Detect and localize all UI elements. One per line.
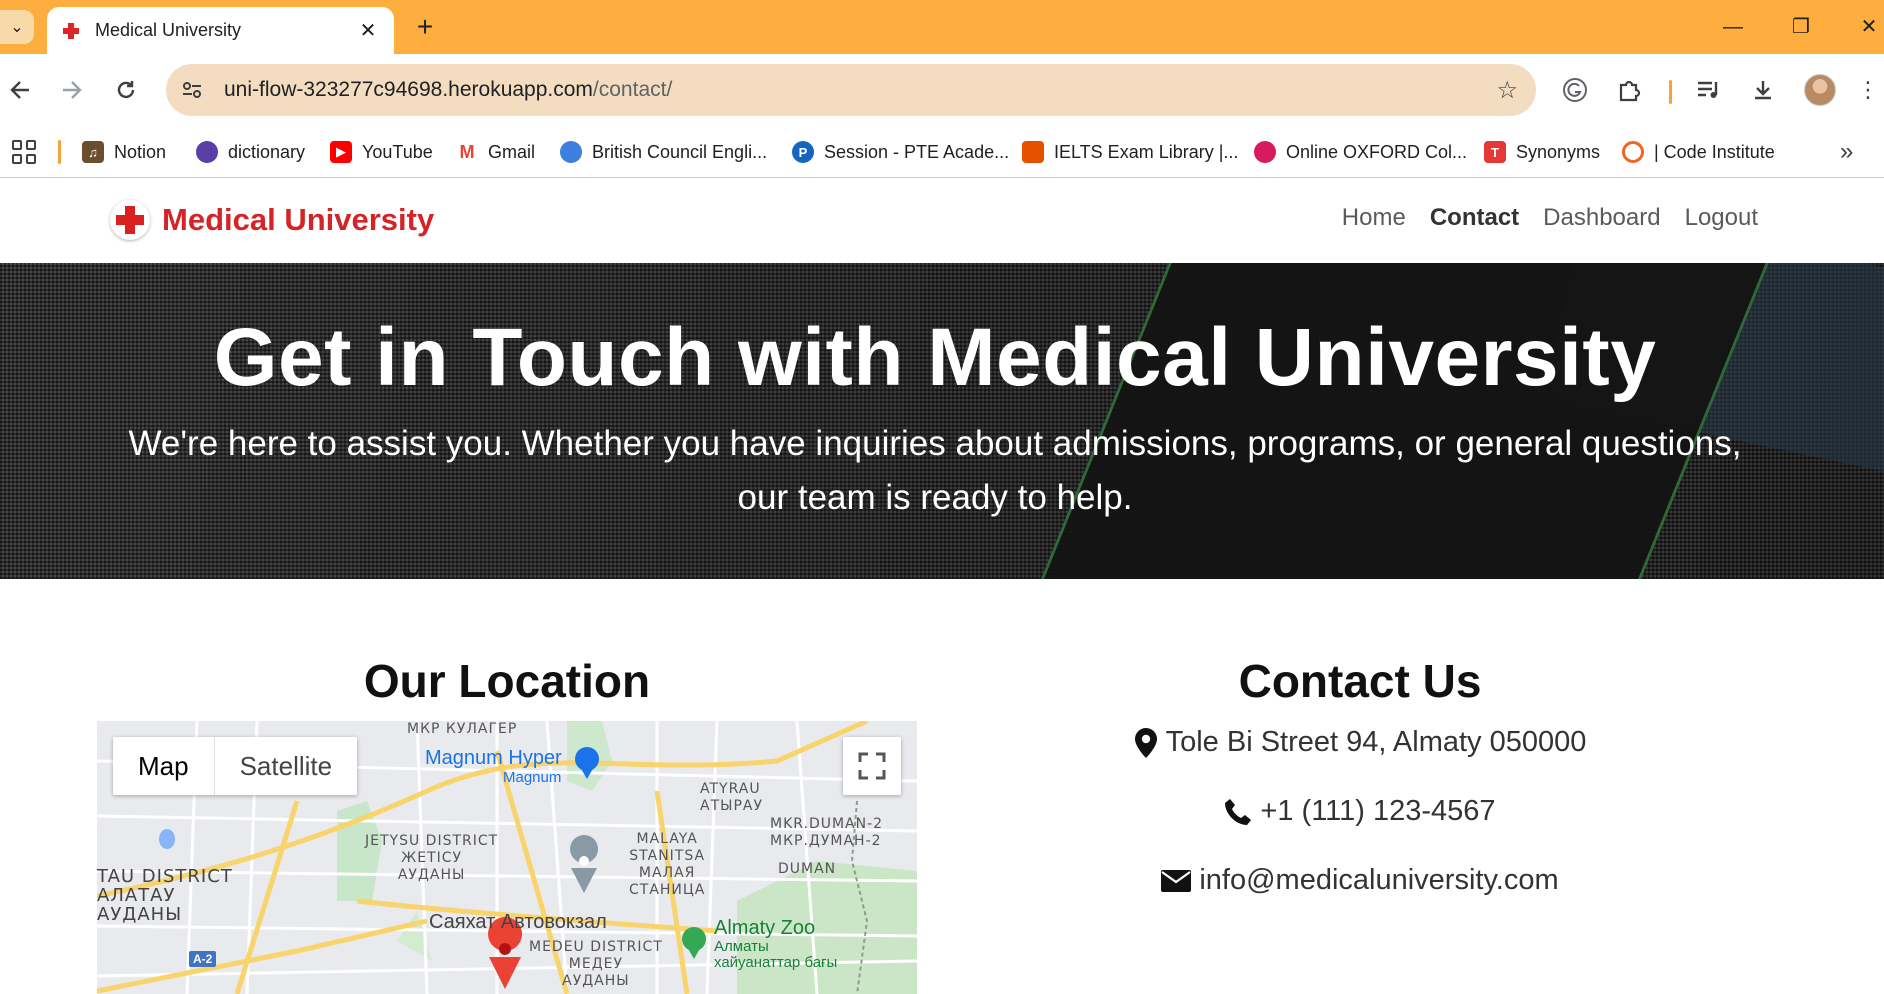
map-label-kulager: МКР КУЛАГЕР xyxy=(407,721,518,737)
map-type-map-button[interactable]: Map xyxy=(113,737,215,795)
synonyms-icon: T xyxy=(1484,141,1506,163)
bookmark-star-icon[interactable]: ☆ xyxy=(1496,76,1518,105)
map-label-atyrau: ATYRAU АТЫРАУ xyxy=(700,781,764,814)
close-icon[interactable]: ✕ xyxy=(356,18,380,43)
ielts-icon xyxy=(1022,141,1044,163)
address-text: Tole Bi Street 94, Almaty 050000 xyxy=(1165,726,1587,758)
apps-grid-icon[interactable] xyxy=(12,140,36,164)
download-icon[interactable] xyxy=(1744,71,1782,109)
red-cross-logo-icon xyxy=(110,200,150,240)
fullscreen-icon xyxy=(858,752,886,780)
map-road-a2: A-2 xyxy=(189,951,217,967)
nav-contact[interactable]: Contact xyxy=(1430,204,1519,232)
forward-button[interactable] xyxy=(54,72,90,108)
arrow-right-icon xyxy=(63,81,82,99)
pte-icon: P xyxy=(792,141,814,163)
site-navbar: Medical University Home Contact Dashboar… xyxy=(0,178,1884,263)
browser-tab-strip: ⌄ Medical University ✕ + — ❐ ✕ xyxy=(0,0,1884,54)
site-brand[interactable]: Medical University xyxy=(110,200,434,240)
back-button[interactable] xyxy=(2,72,38,108)
nav-links: Home Contact Dashboard Logout xyxy=(1342,204,1758,232)
bookmark-ielts[interactable]: IELTS Exam Library |... xyxy=(1022,138,1238,166)
bookmark-synonyms[interactable]: T Synonyms xyxy=(1484,138,1600,166)
nav-home[interactable]: Home xyxy=(1342,204,1406,232)
bookmark-gmail[interactable]: M Gmail xyxy=(456,138,535,166)
window-close-button[interactable]: ✕ xyxy=(1844,10,1884,44)
url-path: /contact/ xyxy=(592,78,673,101)
browser-tab-active[interactable]: Medical University ✕ xyxy=(47,7,394,54)
profile-avatar[interactable] xyxy=(1804,74,1836,106)
tab-title: Medical University xyxy=(95,20,242,40)
map-poi-magnum: Magnum xyxy=(503,769,562,786)
youtube-icon: ▶ xyxy=(330,141,352,163)
bookmark-oxford[interactable]: Online OXFORD Col... xyxy=(1254,138,1467,166)
map-label-malaya-stanitsa: MALAYA STANITSA МАЛАЯ СТАНИЦА xyxy=(629,831,706,898)
notion-icon: ♫ xyxy=(82,141,104,163)
address-bar[interactable]: uni-flow-323277c94698.herokuapp.com/cont… xyxy=(166,64,1536,116)
reload-button[interactable] xyxy=(108,72,144,108)
map-label-medeu: MEDEU DISTRICT МЕДЕУ АУДАНЫ xyxy=(529,939,663,989)
hero-subtitle: We're here to assist you. Whether you ha… xyxy=(128,424,1742,517)
british-council-icon xyxy=(560,141,582,163)
new-tab-button[interactable]: + xyxy=(410,10,440,44)
chevron-down-icon: ⌄ xyxy=(10,19,24,36)
fullscreen-button[interactable] xyxy=(843,737,901,795)
dictionary-icon xyxy=(196,141,218,163)
toolbar-separator xyxy=(1669,80,1672,104)
map-label-duman2: MKR.DUMAN-2 МКР.ДУМАН-2 xyxy=(770,816,884,849)
contact-phone: +1 (111) 123-4567 xyxy=(1060,795,1660,828)
restore-button[interactable]: ❐ xyxy=(1776,10,1826,44)
phone-icon xyxy=(1224,798,1252,826)
hero-title: Get in Touch with Medical University xyxy=(213,312,1657,403)
map-type-toggle: Map Satellite xyxy=(113,737,358,795)
map-label-jetysu: JETYSU DISTRICT ЖЕТІСУ АУДАНЫ xyxy=(365,833,499,883)
grammarly-extension-icon[interactable] xyxy=(1556,71,1594,109)
contact-title: Contact Us xyxy=(1238,655,1482,707)
url-text: uni-flow-323277c94698.herokuapp.com/cont… xyxy=(224,78,672,102)
map-poi-magnum-hyper[interactable]: Magnum Hyper xyxy=(425,747,562,770)
contact-address: Tole Bi Street 94, Almaty 050000 xyxy=(1060,726,1660,759)
envelope-icon xyxy=(1161,869,1192,892)
map-type-satellite-button[interactable]: Satellite xyxy=(215,737,358,795)
oxford-icon xyxy=(1254,141,1276,163)
arrow-left-icon xyxy=(10,81,29,99)
bookmark-british-council[interactable]: British Council Engli... xyxy=(560,138,767,166)
hero-banner: Get in Touch with Medical University We'… xyxy=(0,263,1884,579)
bookmark-pte[interactable]: P Session - PTE Acade... xyxy=(792,138,1009,166)
bookmark-notion[interactable]: ♫ Notion xyxy=(82,138,166,166)
gmail-icon: M xyxy=(456,141,478,163)
browser-menu-icon[interactable]: ⋮ xyxy=(1856,71,1880,109)
reload-icon xyxy=(117,81,135,99)
url-host: uni-flow-323277c94698.herokuapp.com xyxy=(224,78,593,101)
media-controls-icon[interactable] xyxy=(1690,71,1728,109)
bookmark-code-institute[interactable]: | Code Institute xyxy=(1622,138,1775,166)
email-link[interactable]: info@medicaluniversity.com xyxy=(1199,864,1558,897)
bookmarks-bar: ♫ Notion dictionary ▶ YouTube M Gmail Briti… xyxy=(0,126,1884,178)
map-poi-zoo-sub: Алматы хайуанаттар бағы xyxy=(714,938,838,971)
site-settings-icon[interactable] xyxy=(174,72,210,108)
brand-name: Medical University xyxy=(162,202,435,237)
map-poi-almaty-zoo[interactable]: Almaty Zoo xyxy=(714,917,815,940)
contact-email: info@medicaluniversity.com xyxy=(1060,864,1660,897)
more-bookmarks-icon[interactable]: » xyxy=(1840,138,1853,166)
location-title: Our Location xyxy=(363,655,651,707)
nav-logout[interactable]: Logout xyxy=(1685,204,1758,232)
map-poi-sayakhat[interactable]: Саяхат Автовокзал xyxy=(429,911,607,934)
google-map[interactable]: МКР КУЛАГЕР Magnum Hyper Magnum ATYRAU АТ… xyxy=(97,721,917,994)
map-label-duman: DUMAN xyxy=(778,861,837,877)
red-cross-favicon-icon xyxy=(61,21,81,41)
extensions-puzzle-icon[interactable] xyxy=(1610,71,1648,109)
minimize-button[interactable]: — xyxy=(1708,10,1758,44)
map-label-alatau: TAU DISTRICT АЛАТАУ АУДАНЫ xyxy=(97,866,233,925)
nav-dashboard[interactable]: Dashboard xyxy=(1543,204,1660,232)
browser-toolbar: uni-flow-323277c94698.herokuapp.com/cont… xyxy=(0,54,1884,126)
bookmark-dictionary[interactable]: dictionary xyxy=(196,138,305,166)
bookmark-youtube[interactable]: ▶ YouTube xyxy=(330,138,433,166)
phone-text: +1 (111) 123-4567 xyxy=(1260,795,1496,827)
code-institute-icon xyxy=(1622,141,1644,163)
map-marker-icon xyxy=(1134,727,1158,758)
bookmarks-separator xyxy=(58,140,61,164)
tab-search-button[interactable]: ⌄ xyxy=(0,10,34,44)
